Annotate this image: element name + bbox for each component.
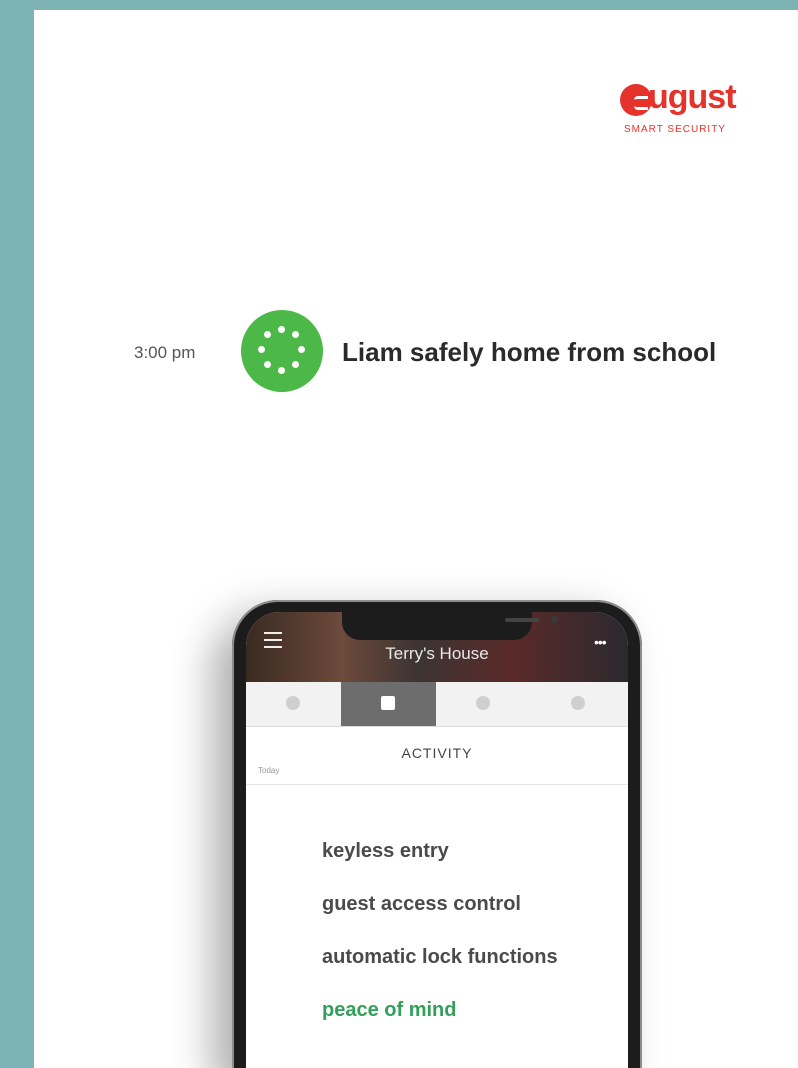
section-title: ACTIVITY — [401, 745, 473, 761]
brand-name: ugust — [648, 78, 737, 116]
ad-card: ugust SMART SECURITY 3:00 pm Liam safely… — [34, 10, 798, 1068]
app-tab-bar — [246, 682, 628, 727]
tab-activity[interactable] — [341, 682, 436, 726]
front-camera — [551, 616, 558, 623]
notification-time: 3:00 pm — [134, 343, 196, 362]
phone-screen: Terry's House ••• ACTIVITY Today keyless… — [246, 612, 628, 1068]
divider — [246, 784, 628, 785]
status-dots-icon — [241, 310, 323, 392]
guests-icon — [476, 696, 490, 710]
lock-icon — [286, 696, 300, 710]
tab-settings[interactable] — [531, 682, 626, 726]
feature-guest-access: guest access control — [322, 893, 521, 915]
notification-message: Liam safely home from school — [342, 337, 717, 367]
feature-keyless-entry: keyless entry — [322, 840, 449, 862]
speaker-grille — [505, 618, 539, 622]
house-title: Terry's House — [385, 644, 489, 663]
more-options-icon[interactable]: ••• — [594, 634, 607, 650]
feature-auto-lock: automatic lock functions — [322, 946, 558, 968]
brand-logo: ugust SMART SECURITY — [620, 78, 770, 150]
day-label: Today — [258, 766, 280, 775]
tab-lock[interactable] — [246, 682, 341, 726]
phone-notch — [342, 612, 558, 640]
brand-tagline: SMART SECURITY — [624, 124, 726, 135]
feature-peace-of-mind: peace of mind — [322, 999, 457, 1021]
settings-gear-icon — [571, 696, 585, 710]
phone-mockup: Terry's House ••• ACTIVITY Today keyless… — [232, 600, 642, 1068]
activity-list-icon — [381, 696, 395, 710]
tab-guests[interactable] — [436, 682, 531, 726]
